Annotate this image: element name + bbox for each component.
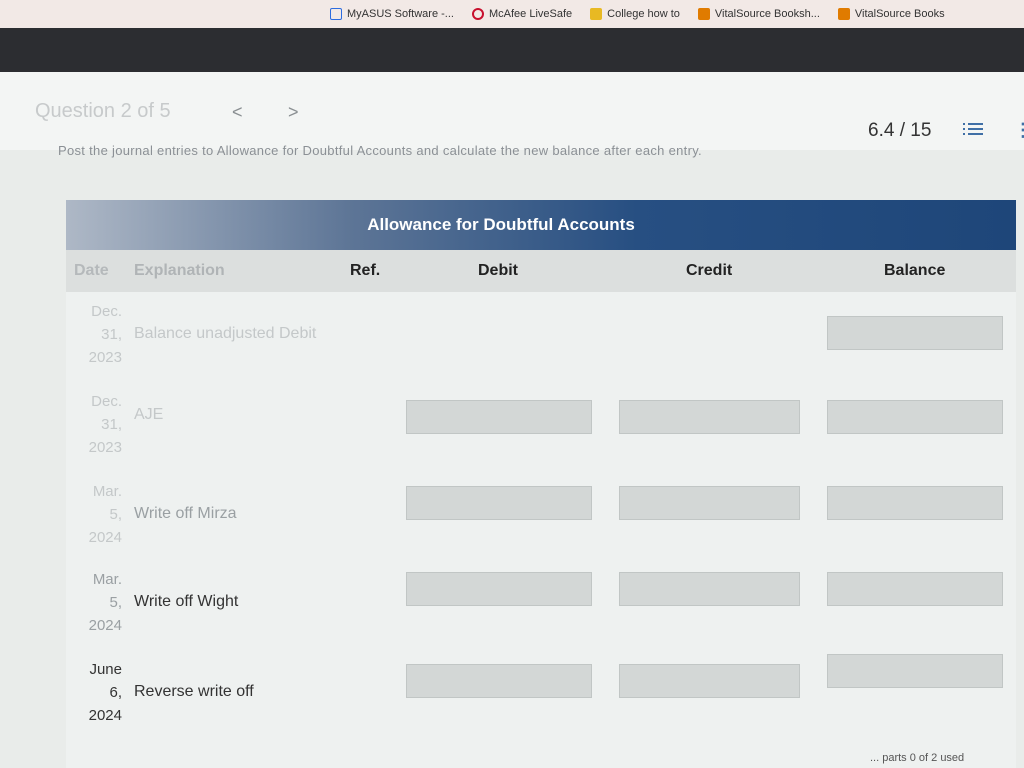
balance-input[interactable] — [827, 400, 1003, 434]
vitalsource-icon — [837, 8, 850, 20]
question-label: Question 2 of 5 — [35, 100, 171, 122]
next-question-button[interactable]: > — [288, 102, 299, 123]
row-explanation: Write off Wight — [134, 593, 239, 610]
column-ref: Ref. — [350, 262, 381, 279]
score-display: 6.4 / 15 — [868, 120, 932, 141]
bookmark-mcafee[interactable]: McAfee LiveSafe — [471, 8, 572, 20]
column-explanation: Explanation — [134, 262, 225, 279]
column-debit: Debit — [478, 262, 518, 279]
question-list-icon[interactable] — [963, 120, 983, 138]
app-header — [0, 28, 1024, 72]
table-row: Mar. 5, 2024 Write off Wight — [66, 560, 1016, 646]
table-row: Mar. 5, 2024 Write off Mirza — [66, 472, 1016, 558]
bookmark-college[interactable]: College how to — [590, 8, 680, 20]
balance-input[interactable] — [827, 486, 1003, 520]
bookmark-icon — [330, 8, 342, 20]
row-date: Mar. 5, 2024 — [88, 483, 122, 546]
debit-input[interactable] — [406, 486, 592, 520]
row-date: Dec. 31, 2023 — [88, 303, 122, 366]
vitalsource-icon — [697, 8, 710, 20]
column-headers: Date Explanation Ref. Debit Credit Balan… — [66, 250, 1016, 292]
table-row: June 6, 2024 Reverse write off — [66, 650, 1016, 736]
table-row: Dec. 31, 2023 AJE — [66, 382, 1016, 468]
bookmark-vitalsource-2[interactable]: VitalSource Books — [837, 8, 945, 20]
credit-input[interactable] — [619, 400, 800, 434]
parts-used-note: ... parts 0 of 2 used — [870, 752, 965, 764]
bookmark-vitalsource-1[interactable]: VitalSource Booksh... — [697, 8, 820, 20]
more-options-icon[interactable]: ⋮ — [1014, 120, 1024, 141]
mcafee-shield-icon — [471, 8, 484, 20]
ledger-table: Allowance for Doubtful Accounts Date Exp… — [66, 200, 1016, 768]
row-explanation: Write off Mirza — [134, 505, 237, 522]
balance-input[interactable] — [827, 316, 1003, 350]
credit-input[interactable] — [619, 486, 800, 520]
instruction-text: Post the journal entries to Allowance fo… — [58, 143, 702, 158]
column-balance: Balance — [884, 262, 946, 279]
column-date: Date — [74, 262, 109, 279]
balance-input[interactable] — [827, 654, 1003, 688]
row-explanation: AJE — [134, 406, 164, 423]
folder-icon — [590, 8, 603, 20]
balance-input[interactable] — [827, 572, 1003, 606]
row-date: Mar. 5, 2024 — [88, 571, 122, 634]
debit-input[interactable] — [406, 400, 592, 434]
debit-input[interactable] — [406, 664, 592, 698]
row-date: Dec. 31, 2023 — [88, 393, 122, 456]
row-explanation: Reverse write off — [134, 683, 254, 700]
table-row: Dec. 31, 2023 Balance unadjusted Debit — [66, 292, 1016, 378]
previous-question-button[interactable]: < — [232, 102, 243, 123]
row-explanation: Balance unadjusted Debit — [134, 325, 317, 342]
credit-input[interactable] — [619, 572, 800, 606]
row-date: June 6, 2024 — [88, 661, 122, 724]
credit-input[interactable] — [619, 664, 800, 698]
bookmark-myasus[interactable]: MyASUS Software -... — [330, 8, 454, 20]
column-credit: Credit — [686, 262, 733, 279]
account-title: Allowance for Doubtful Accounts — [66, 200, 1016, 250]
debit-input[interactable] — [406, 572, 592, 606]
bookmarks-bar: MyASUS Software -... McAfee LiveSafe Col… — [0, 0, 1024, 28]
